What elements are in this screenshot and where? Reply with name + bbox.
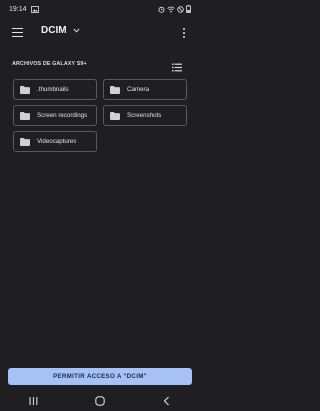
recents-icon[interactable]	[27, 396, 39, 406]
section-header: ARCHIVOS DE GALAXY S9+	[12, 58, 188, 72]
status-icons	[158, 5, 191, 13]
folder-item-screenshots[interactable]: Screenshots	[103, 105, 187, 126]
folder-item-thumbnails[interactable]: .thumbnails	[13, 79, 97, 100]
gallery-notification-icon	[30, 5, 39, 13]
folder-icon	[110, 85, 120, 94]
folder-item-screen-recordings[interactable]: Screen recordings	[13, 105, 97, 126]
no-sim-icon	[177, 5, 184, 13]
folder-label: Videocaptures	[37, 138, 77, 145]
folder-item-videocaptures[interactable]: Videocaptures	[13, 131, 97, 152]
folder-icon	[20, 85, 30, 94]
folder-label: Screenshots	[127, 112, 162, 119]
folder-icon	[20, 111, 30, 120]
wifi-icon	[167, 6, 175, 12]
battery-icon	[186, 5, 191, 13]
folder-label: .thumbnails	[37, 86, 69, 93]
list-view-icon[interactable]	[172, 59, 182, 72]
folder-title-dropdown[interactable]: DCIM	[41, 25, 80, 36]
alarm-icon	[158, 6, 165, 13]
back-icon[interactable]	[161, 396, 173, 406]
system-navigation-bar	[0, 391, 200, 411]
folder-label: Camera	[127, 86, 150, 93]
page-title: DCIM	[41, 25, 67, 36]
folder-icon	[110, 111, 120, 120]
folder-label: Screen recordings	[37, 112, 88, 119]
section-title: ARCHIVOS DE GALAXY S9+	[12, 61, 87, 67]
allow-access-button[interactable]: PERMITIR ACCESO A "DCIM"	[8, 368, 192, 385]
folder-item-camera[interactable]: Camera	[103, 79, 187, 100]
overflow-menu-icon[interactable]	[183, 28, 186, 39]
bottom-action-area: PERMITIR ACCESO A "DCIM"	[0, 362, 200, 390]
menu-icon[interactable]	[12, 28, 23, 38]
app-bar: DCIM	[0, 21, 200, 45]
home-icon[interactable]	[94, 396, 106, 406]
dropdown-arrow-icon	[73, 28, 80, 33]
folder-grid: .thumbnails Camera Screen recordings Scr…	[13, 79, 188, 152]
status-bar: 19:14	[0, 0, 200, 18]
folder-icon	[20, 137, 30, 146]
status-time: 19:14	[9, 5, 27, 13]
